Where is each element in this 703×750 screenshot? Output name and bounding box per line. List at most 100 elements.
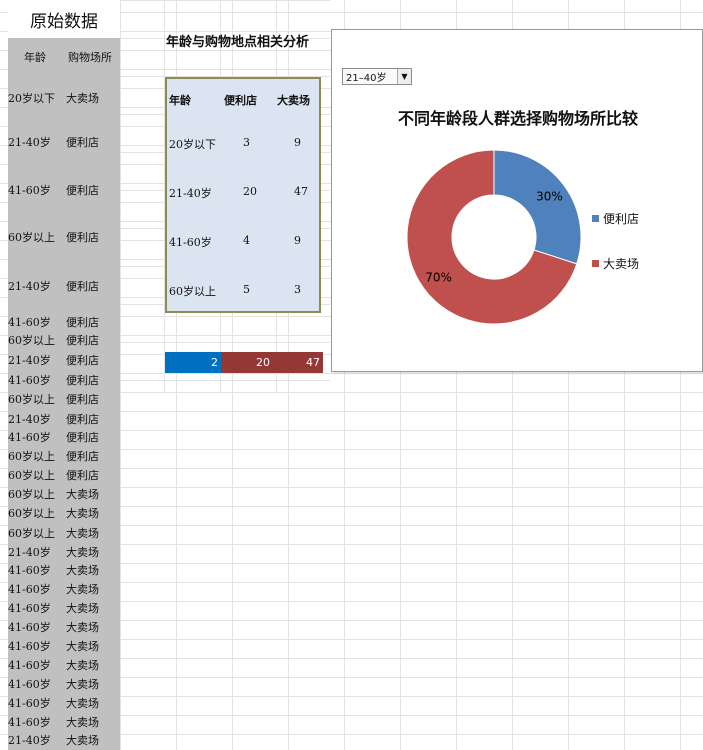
- raw-age: 41-60岁: [8, 374, 51, 387]
- raw-data-row[interactable]: 41-60岁 便利店: [8, 428, 120, 446]
- raw-age: 41-60岁: [8, 678, 51, 691]
- raw-place: 便利店: [66, 374, 99, 387]
- raw-place: 便利店: [66, 316, 99, 329]
- raw-age: 21-40岁: [8, 413, 51, 426]
- raw-data-row[interactable]: 41-60岁 大卖场: [8, 713, 120, 731]
- helper-cell-2[interactable]: 20: [221, 352, 273, 373]
- raw-data-row[interactable]: 21-40岁 便利店: [8, 268, 120, 304]
- analysis-title[interactable]: 年龄与购物地点相关分析: [166, 31, 309, 50]
- pivot-row-supermarket[interactable]: 9: [294, 234, 301, 247]
- pivot-row-convenience[interactable]: 5: [243, 283, 250, 296]
- pivot-table[interactable]: 年龄 便利店 大卖场 20岁以下 3 9 21-40岁 20 47 41-60岁 4 9 60岁以…: [165, 77, 321, 313]
- raw-place: 大卖场: [66, 678, 99, 691]
- raw-place: 便利店: [66, 334, 99, 347]
- pivot-row-supermarket[interactable]: 3: [294, 283, 301, 296]
- legend-item-convenience: 便利店: [592, 210, 639, 227]
- raw-place: 大卖场: [66, 583, 99, 596]
- raw-data-row[interactable]: 60岁以上 便利店: [8, 390, 120, 408]
- raw-age: 60岁以上: [8, 334, 55, 347]
- pivot-row-age[interactable]: 60岁以上: [169, 283, 216, 299]
- raw-place: 大卖场: [66, 640, 99, 653]
- raw-place: 大卖场: [66, 507, 99, 520]
- raw-age: 60岁以上: [8, 527, 55, 540]
- raw-data-row[interactable]: 41-60岁 大卖场: [8, 675, 120, 693]
- donut-data-label: 70%: [425, 270, 452, 284]
- raw-data-row[interactable]: 60岁以上 便利店: [8, 466, 120, 484]
- raw-age: 41-60岁: [8, 621, 51, 634]
- helper-cell-3[interactable]: 47: [273, 352, 323, 373]
- raw-age: 21-40岁: [8, 280, 51, 293]
- raw-data-row[interactable]: 21-40岁 便利店: [8, 124, 120, 160]
- raw-age: 41-60岁: [8, 431, 51, 444]
- donut-chart: 30% 70%: [406, 149, 582, 325]
- raw-place: 便利店: [66, 231, 99, 244]
- pivot-header-convenience: 便利店: [224, 94, 257, 107]
- raw-data-row[interactable]: 41-60岁 大卖场: [8, 599, 120, 617]
- raw-place: 大卖场: [66, 621, 99, 634]
- raw-data-row[interactable]: 21-40岁 大卖场: [8, 543, 120, 561]
- pivot-row-convenience[interactable]: 4: [243, 234, 250, 247]
- raw-place: 大卖场: [66, 734, 99, 747]
- raw-place: 大卖场: [66, 546, 99, 559]
- raw-data-row[interactable]: 60岁以上 便利店: [8, 447, 120, 465]
- raw-place: 便利店: [66, 184, 99, 197]
- raw-age: 60岁以上: [8, 450, 55, 463]
- raw-data-title[interactable]: 原始数据: [8, 0, 120, 38]
- chart-container[interactable]: 21–40岁 ▼ 不同年龄段人群选择购物场所比较 30% 70% 便利店 大卖场: [331, 29, 703, 372]
- raw-place: 大卖场: [66, 602, 99, 615]
- raw-age: 41-60岁: [8, 716, 51, 729]
- helper-cell-1[interactable]: 2: [165, 352, 221, 373]
- raw-data-row[interactable]: 21-40岁 便利店: [8, 410, 120, 428]
- raw-place: 大卖场: [66, 716, 99, 729]
- raw-place: 便利店: [66, 393, 99, 406]
- pivot-row-supermarket[interactable]: 47: [294, 185, 308, 198]
- pivot-row-age[interactable]: 41-60岁: [169, 234, 212, 250]
- raw-place: 便利店: [66, 413, 99, 426]
- raw-data-row[interactable]: 41-60岁 大卖场: [8, 618, 120, 636]
- raw-place: 大卖场: [66, 527, 99, 540]
- raw-age: 41-60岁: [8, 659, 51, 672]
- raw-header-row[interactable]: 年龄 购物场所: [8, 38, 120, 76]
- pivot-row-age[interactable]: 21-40岁: [169, 185, 212, 201]
- pivot-header-age: 年龄: [169, 94, 191, 107]
- raw-data-row[interactable]: 21-40岁 大卖场: [8, 731, 120, 749]
- raw-header-place: 购物场所: [68, 51, 112, 64]
- raw-age: 21-40岁: [8, 354, 51, 367]
- raw-place: 便利店: [66, 280, 99, 293]
- raw-data-row[interactable]: 60岁以上 大卖场: [8, 504, 120, 522]
- pivot-header-supermarket: 大卖场: [277, 94, 310, 107]
- raw-data-row[interactable]: 60岁以上 大卖场: [8, 485, 120, 503]
- raw-data-row[interactable]: 41-60岁 便利店: [8, 371, 120, 389]
- raw-data-row[interactable]: 41-60岁 大卖场: [8, 637, 120, 655]
- donut-slice[interactable]: [493, 149, 582, 265]
- pivot-row-convenience[interactable]: 20: [243, 185, 257, 198]
- raw-age: 41-60岁: [8, 583, 51, 596]
- raw-place: 大卖场: [66, 659, 99, 672]
- legend-item-supermarket: 大卖场: [592, 255, 639, 272]
- raw-place: 大卖场: [66, 92, 99, 105]
- raw-data-row[interactable]: 60岁以上 大卖场: [8, 524, 120, 542]
- raw-place: 便利店: [66, 136, 99, 149]
- raw-data-row[interactable]: 21-40岁 便利店: [8, 351, 120, 369]
- raw-data-row[interactable]: 41-60岁 大卖场: [8, 656, 120, 674]
- raw-place: 便利店: [66, 431, 99, 444]
- raw-data-row[interactable]: 41-60岁 便利店: [8, 172, 120, 208]
- raw-data-row[interactable]: 41-60岁 大卖场: [8, 694, 120, 712]
- raw-age: 60岁以上: [8, 231, 55, 244]
- raw-place: 便利店: [66, 354, 99, 367]
- raw-age: 41-60岁: [8, 697, 51, 710]
- donut-data-label: 30%: [536, 190, 563, 204]
- raw-data-row[interactable]: 20岁以下 大卖场: [8, 80, 120, 116]
- raw-place: 大卖场: [66, 564, 99, 577]
- pivot-row-age[interactable]: 20岁以下: [169, 136, 216, 152]
- raw-data-row[interactable]: 41-60岁 大卖场: [8, 561, 120, 579]
- raw-age: 41-60岁: [8, 640, 51, 653]
- raw-place: 便利店: [66, 469, 99, 482]
- raw-data-row[interactable]: 41-60岁 大卖场: [8, 580, 120, 598]
- raw-data-row[interactable]: 60岁以上 便利店: [8, 331, 120, 349]
- pivot-row-supermarket[interactable]: 9: [294, 136, 301, 149]
- raw-data-row[interactable]: 41-60岁 便利店: [8, 313, 120, 331]
- raw-data-row[interactable]: 60岁以上 便利店: [8, 219, 120, 255]
- raw-age: 41-60岁: [8, 602, 51, 615]
- pivot-row-convenience[interactable]: 3: [243, 136, 250, 149]
